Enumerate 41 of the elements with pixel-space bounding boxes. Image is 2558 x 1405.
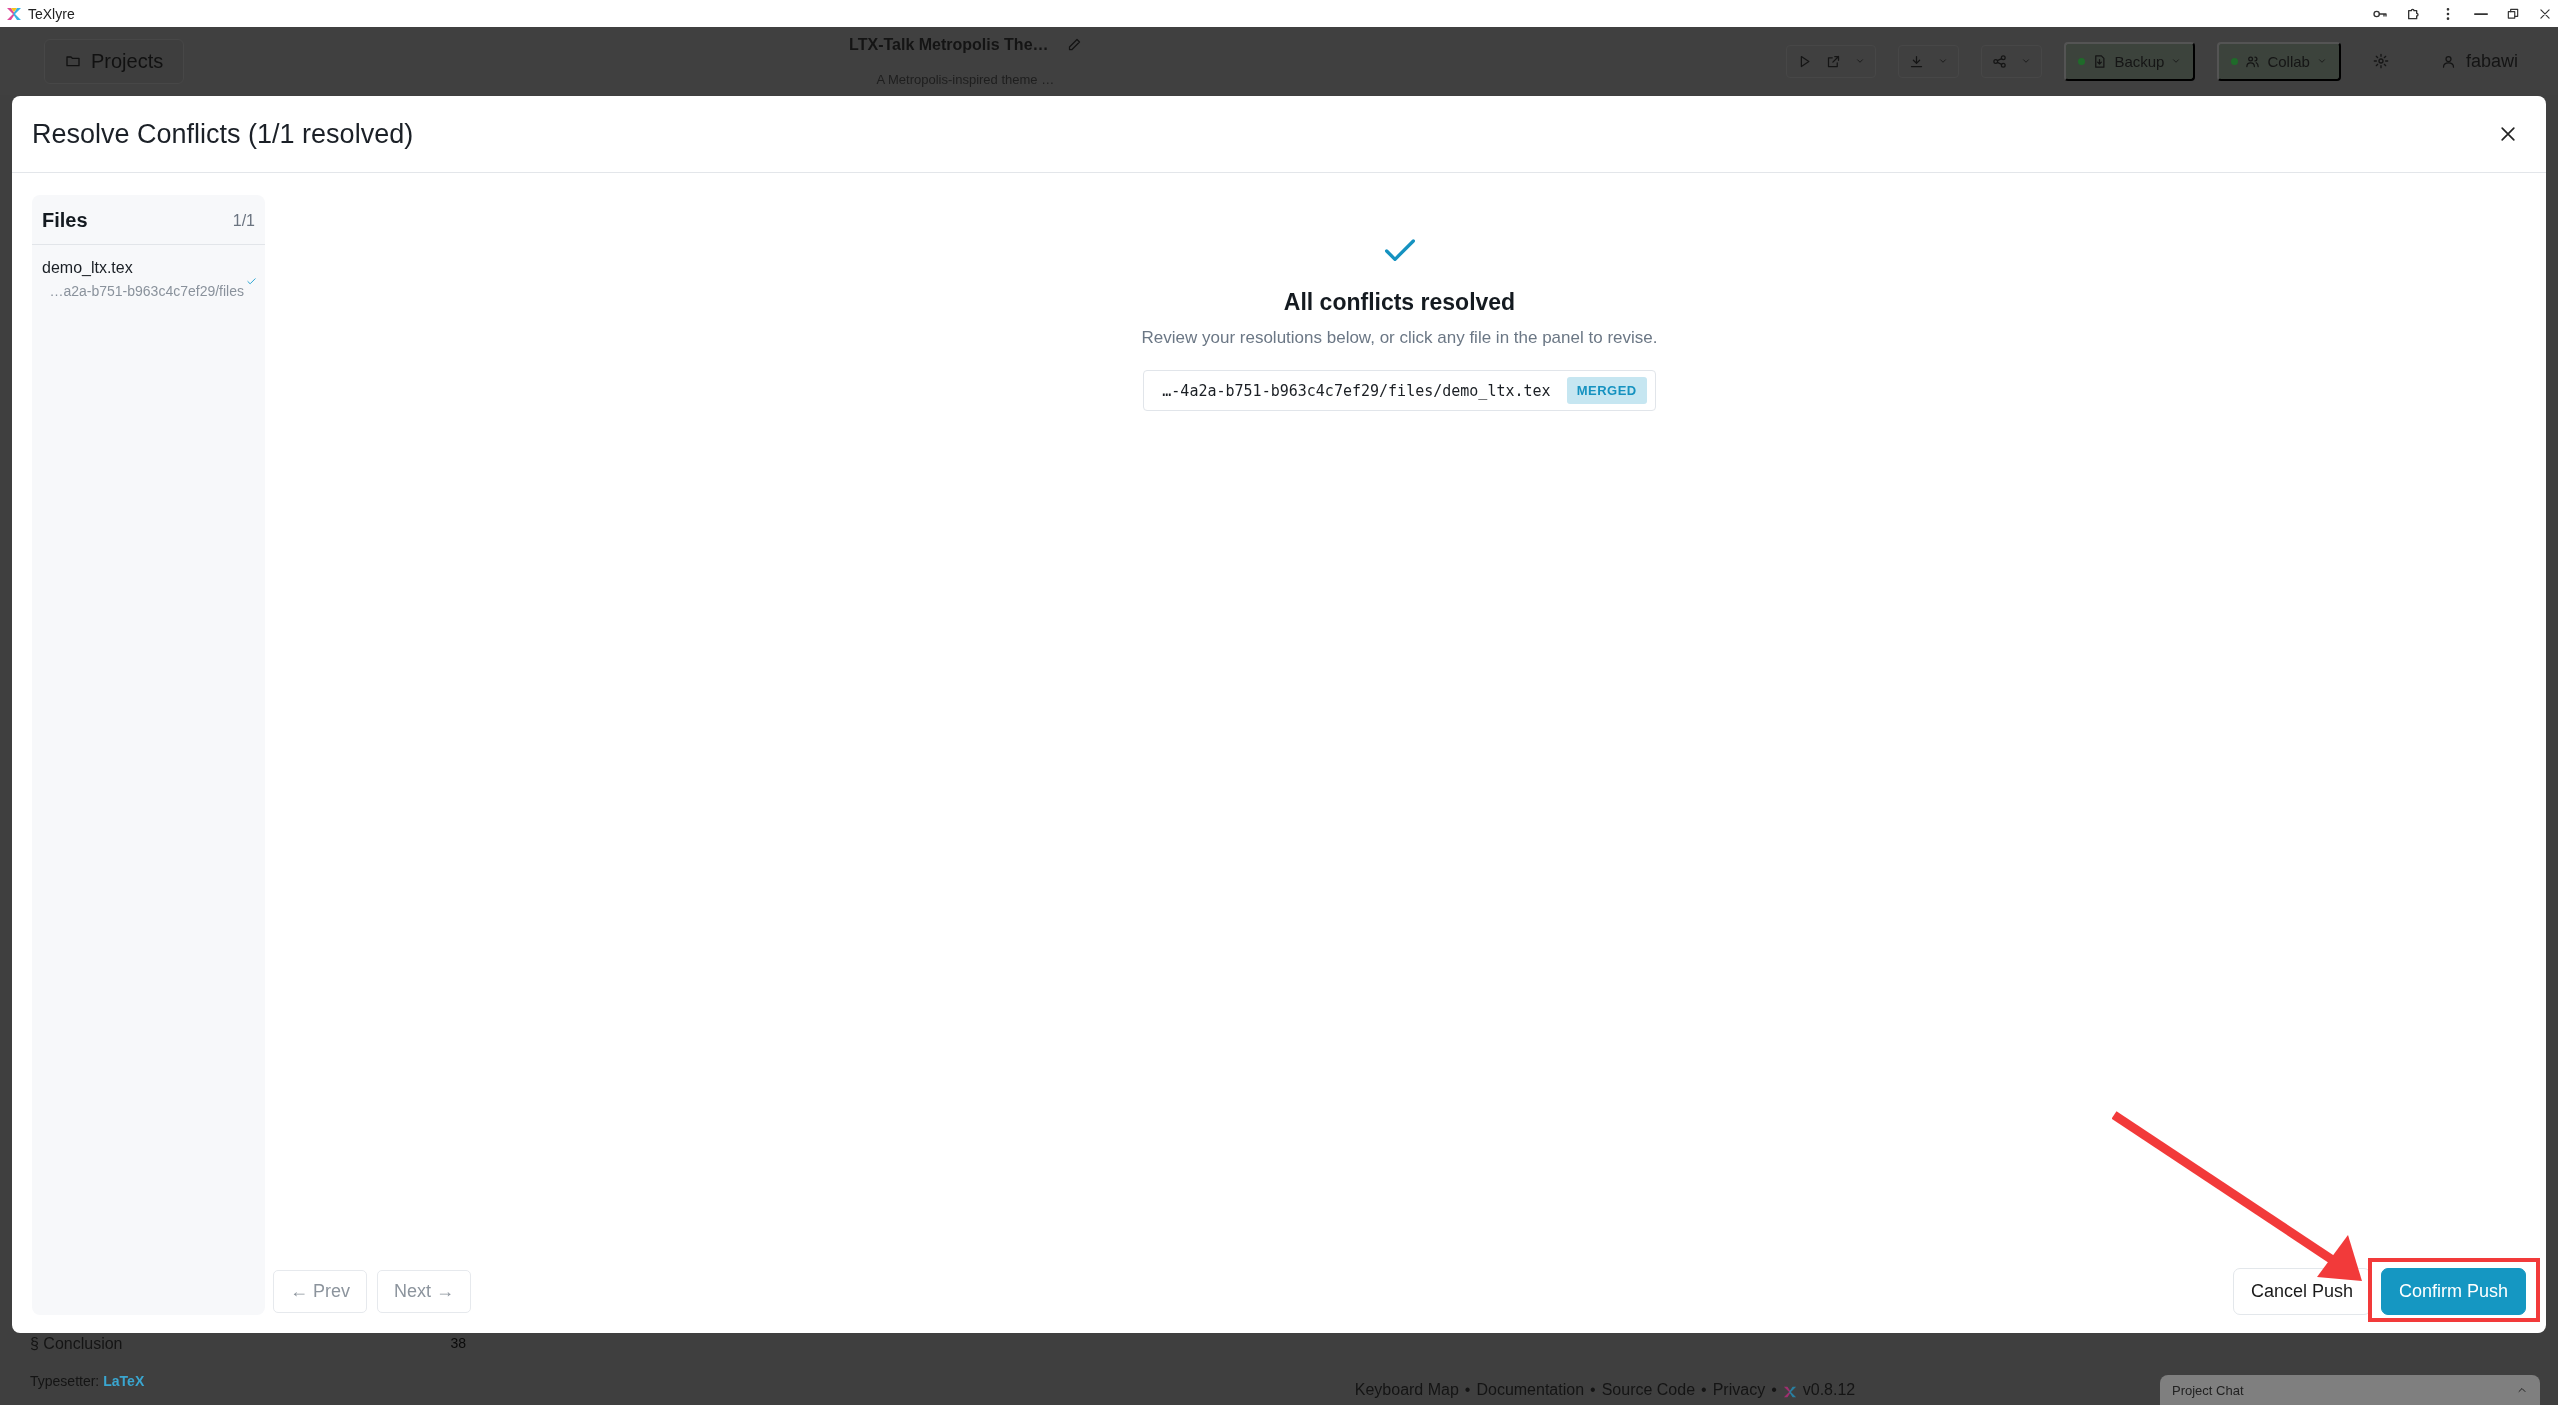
dialog-title: Resolve Conflicts (1/1 resolved): [32, 118, 414, 150]
separator: •: [1701, 1381, 1707, 1399]
chat-panel-bar[interactable]: Project Chat: [2160, 1375, 2540, 1405]
minimize-icon: [2474, 12, 2488, 15]
file-path: …-4a2a-b751-b963c4c7ef29/files/demo_ltx.tex: [1162, 381, 1551, 400]
status-badge: MERGED: [1566, 377, 1647, 404]
summary-text: Review your resolutions below, or click any file in the panel to revise.: [1141, 328, 1658, 348]
chevron-down-icon: [1855, 56, 1866, 66]
chevron-down-icon: [2171, 56, 2182, 66]
separator: •: [1590, 1381, 1596, 1399]
summary-heading: All conflicts resolved: [1283, 289, 1516, 316]
app-logo-icon: [6, 5, 22, 22]
check-icon: [246, 275, 257, 287]
download-icon: [1909, 53, 1925, 69]
file-path: …a2a-b751-b963c4c7ef29/files: [48, 283, 244, 299]
close-icon: [2498, 124, 2518, 144]
chevron-down-icon: [1938, 56, 1949, 66]
edit-icon: [1066, 37, 1082, 52]
confirm-button[interactable]: Confirm Push: [2380, 1268, 2526, 1315]
external-link-icon: [1826, 53, 1842, 69]
settings-icon: [2372, 53, 2389, 69]
separator: •: [1771, 1381, 1777, 1399]
restore-icon: [2506, 6, 2520, 21]
panel-title: Files: [42, 209, 88, 232]
chevron-down-icon: [2021, 56, 2032, 66]
user-icon: [2440, 53, 2456, 69]
separator: •: [1464, 1381, 1471, 1399]
backup-icon: [2092, 53, 2108, 69]
chevron-down-icon: [2316, 56, 2327, 66]
close-icon: [2538, 6, 2552, 21]
browser-title: TeXlyre: [28, 5, 75, 22]
result-row[interactable]: …-4a2a-b751-b963c4c7ef29/files/demo_ltx.tex MERGED: [1143, 370, 1656, 411]
folder-icon: [65, 53, 81, 69]
users-icon: [2245, 53, 2261, 69]
app-logo-icon: [1782, 1385, 1797, 1399]
file-name[interactable]: demo_ltx.tex: [42, 259, 244, 277]
typesetter-link[interactable]: LaTeX: [103, 1373, 145, 1389]
chat-title: Project Chat: [2172, 1382, 2244, 1398]
file-count: 1/1: [232, 211, 255, 230]
cancel-button[interactable]: Cancel Push: [2232, 1268, 2371, 1315]
share-icon: [1992, 53, 2008, 69]
